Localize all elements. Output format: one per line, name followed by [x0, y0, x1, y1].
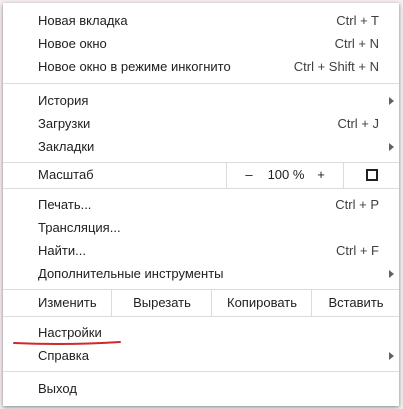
menu-item-label: Печать... — [38, 197, 92, 212]
menu-item-new-tab[interactable]: Новая вкладка Ctrl + T — [3, 9, 399, 32]
fullscreen-button[interactable] — [343, 162, 400, 188]
menu-item-downloads[interactable]: Загрузки Ctrl + J — [3, 112, 399, 135]
submenu-arrow-icon — [389, 97, 394, 105]
menu-item-label: Новое окно в режиме инкогнито — [38, 59, 231, 74]
menu-item-find[interactable]: Найти... Ctrl + F — [3, 239, 399, 262]
menu-item-shortcut: Ctrl + N — [334, 36, 379, 51]
menu-item-new-window[interactable]: Новое окно Ctrl + N — [3, 32, 399, 55]
menu-item-print[interactable]: Печать... Ctrl + P — [3, 193, 399, 216]
fullscreen-icon — [366, 169, 378, 181]
menu-item-label: Дополнительные инструменты — [38, 266, 224, 281]
menu-item-label: Выход — [38, 381, 77, 396]
paste-button[interactable]: Вставить — [311, 290, 400, 316]
menu-item-help[interactable]: Справка — [3, 344, 399, 367]
menu-item-shortcut: Ctrl + J — [337, 116, 379, 131]
menu-item-shortcut: Ctrl + F — [336, 243, 379, 258]
zoom-label: Масштаб — [38, 167, 94, 182]
zoom-row: Масштаб – 100 % + — [3, 162, 399, 188]
menu-item-more-tools[interactable]: Дополнительные инструменты — [3, 262, 399, 285]
menu-separator — [3, 188, 399, 189]
menu-item-exit[interactable]: Выход — [3, 377, 399, 400]
menu-item-label: Новая вкладка — [38, 13, 128, 28]
submenu-arrow-icon — [389, 270, 394, 278]
menu-item-shortcut: Ctrl + T — [336, 13, 379, 28]
zoom-in-button[interactable]: + — [299, 162, 343, 188]
menu-item-label: Справка — [38, 348, 89, 363]
edit-label: Изменить — [38, 295, 97, 310]
menu-item-shortcut: Ctrl + Shift + N — [293, 59, 379, 74]
submenu-arrow-icon — [389, 143, 394, 151]
menu-item-label: Новое окно — [38, 36, 107, 51]
menu-separator — [3, 316, 399, 317]
menu-separator — [3, 371, 399, 372]
menu-item-label: Закладки — [38, 139, 95, 154]
edit-row: Изменить Вырезать Копировать Вставить — [3, 290, 399, 316]
menu-item-label: История — [38, 93, 89, 108]
menu-item-label: Загрузки — [38, 116, 91, 131]
menu-item-history[interactable]: История — [3, 89, 399, 112]
menu-separator — [3, 83, 399, 84]
chrome-main-menu: Новая вкладка Ctrl + T Новое окно Ctrl +… — [3, 3, 399, 406]
menu-item-label: Трансляция... — [38, 220, 121, 235]
copy-button[interactable]: Копировать — [211, 290, 312, 316]
menu-item-bookmarks[interactable]: Закладки — [3, 135, 399, 158]
red-highlight-underline — [13, 341, 121, 346]
cut-button[interactable]: Вырезать — [111, 290, 212, 316]
menu-item-incognito[interactable]: Новое окно в режиме инкогнито Ctrl + Shi… — [3, 55, 399, 78]
menu-item-shortcut: Ctrl + P — [335, 197, 379, 212]
menu-item-label: Найти... — [38, 243, 86, 258]
menu-item-cast[interactable]: Трансляция... — [3, 216, 399, 239]
submenu-arrow-icon — [389, 352, 394, 360]
